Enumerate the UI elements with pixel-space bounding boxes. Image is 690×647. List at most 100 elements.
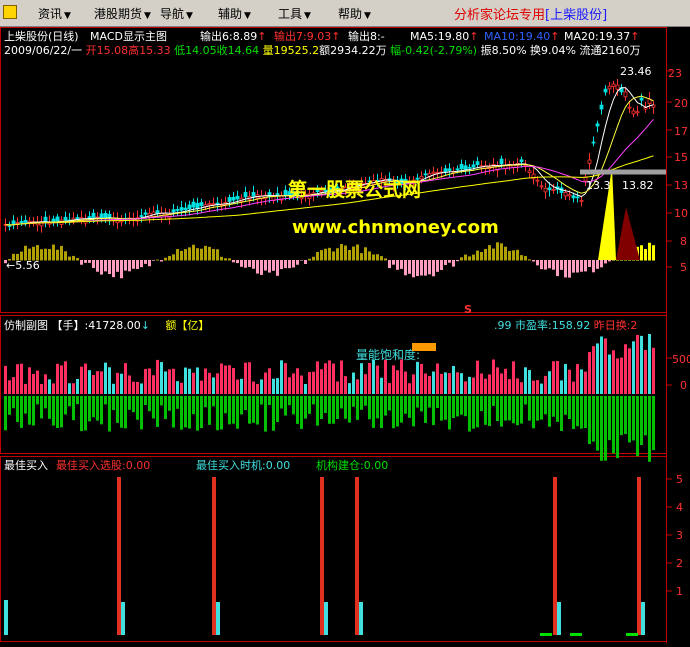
sub-panel-1-header: 仿制副图 【手】:41728.00↓ 额【亿】 — [4, 319, 209, 332]
volume-bar-down — [220, 396, 223, 430]
menu-item-news[interactable]: 资讯 ▼ — [38, 5, 71, 22]
volume-bar-up — [112, 383, 115, 394]
macd-bar — [512, 250, 515, 261]
volume-bar-down — [128, 396, 131, 410]
volume-bar-down — [512, 396, 515, 424]
macd-bar — [200, 248, 203, 261]
macd-bar — [540, 260, 543, 270]
ma20-value: MA20:19.37↑ — [564, 30, 639, 43]
volume-bar-up — [92, 375, 95, 394]
candle-body — [635, 111, 640, 114]
macd-bar — [588, 260, 591, 268]
macd-bar — [244, 260, 247, 268]
y-tick-label: 500 — [672, 353, 690, 366]
macd-bar — [176, 249, 179, 261]
macd-bar — [340, 244, 343, 261]
ma-line — [5, 95, 654, 226]
macd-bar — [476, 250, 479, 261]
signal-bar-timing — [324, 602, 328, 635]
volume-bar-up — [432, 371, 435, 394]
macd-bar — [292, 260, 295, 268]
menu-item-navigate[interactable]: 导航 ▼ — [160, 5, 193, 22]
volume-bar-up — [356, 379, 359, 394]
signal-bar-institution — [540, 633, 552, 636]
volume-bar-down — [4, 396, 7, 431]
volume-bar-down — [328, 396, 331, 424]
volume-bar-up — [176, 381, 179, 394]
volume-bar-up — [36, 370, 39, 394]
macd-bar — [544, 260, 547, 270]
macd-bar — [188, 247, 191, 261]
volume-bar-up — [256, 383, 259, 394]
volume-bar-down — [468, 396, 471, 432]
volume-bar-down — [344, 396, 347, 419]
macd-bar — [584, 260, 587, 272]
price-mid-label-a: 13.3 — [586, 179, 611, 192]
volume-bar-up — [212, 377, 215, 394]
candle-body — [611, 83, 616, 87]
menu-item-assist[interactable]: 辅助 ▼ — [218, 5, 251, 22]
volume-bar-down — [192, 396, 195, 415]
volume-bar-up — [164, 371, 167, 394]
volume-bar-up — [624, 344, 627, 394]
candle-body — [143, 212, 148, 215]
volume-bar-up — [44, 374, 47, 394]
candle-body — [475, 161, 480, 166]
menu-item-hk-futures[interactable]: 港股期货 ▼ — [94, 5, 151, 22]
volume-bar-up — [128, 375, 131, 394]
watermark-url: www.chnmoney.com — [292, 217, 499, 238]
volume-bar-down — [80, 396, 83, 432]
macd-bar — [424, 260, 427, 276]
signal-bar — [117, 477, 121, 635]
volume-bar-up — [484, 378, 487, 394]
chevron-down-icon: ▼ — [144, 11, 151, 21]
candle-body — [599, 104, 604, 110]
chart-area[interactable]: 上柴股份(日线) MACD显示主图 输出6:8.89↑ 输出7:9.03↑ 输出… — [0, 27, 690, 643]
volume-bar-down — [548, 396, 551, 427]
macd-bar — [508, 251, 511, 261]
candle-body — [499, 158, 504, 165]
volume-bar-down — [324, 396, 327, 413]
chevron-down-icon: ▼ — [364, 11, 371, 21]
y-tick-label: 17 — [674, 125, 688, 138]
volume-bar-down — [284, 396, 287, 416]
volume-bar-up — [40, 383, 43, 394]
y-tick-label: 3 — [676, 529, 683, 542]
volume-bar-down — [92, 396, 95, 418]
volume-bar-up — [608, 354, 611, 394]
macd-bar — [260, 260, 263, 275]
menu-item-help[interactable]: 帮助 ▼ — [338, 5, 371, 22]
amount-label: 额【亿】 — [165, 319, 210, 332]
volume-bar-up — [148, 368, 151, 394]
y-tick-label: 5 — [676, 473, 683, 486]
volume-bar-up — [528, 370, 531, 394]
macd-bar — [460, 257, 463, 261]
y-tick-label: 20 — [674, 97, 688, 110]
volume-bar-up — [472, 377, 475, 394]
macd-peak — [616, 207, 640, 260]
candle-body — [195, 202, 200, 209]
menu-item-label: 帮助 — [338, 7, 363, 21]
macd-bar — [224, 258, 227, 261]
chart-canvas[interactable] — [0, 27, 690, 643]
hand-label: 【手】 — [51, 319, 85, 332]
volume-bar-up — [224, 365, 227, 394]
volume-bar-down — [360, 396, 363, 410]
volume-bar-down — [588, 396, 591, 444]
candle-body — [571, 195, 576, 199]
candle-body — [171, 209, 176, 213]
volume-bar-down — [72, 396, 75, 421]
macd-bar — [640, 245, 643, 261]
macd-bar — [592, 260, 595, 273]
output-8: 输出8:- — [348, 30, 385, 43]
macd-bar — [356, 244, 359, 261]
candle-body — [179, 207, 184, 211]
volume-bar-up — [116, 372, 119, 394]
quote-high: 高15.33 — [128, 44, 171, 57]
menu-item-tools[interactable]: 工具 ▼ — [278, 5, 311, 22]
macd-bar — [420, 260, 423, 276]
volume-bar-up — [416, 361, 419, 394]
app-logo-icon[interactable] — [3, 5, 17, 19]
macd-bar — [384, 258, 387, 261]
candle-body — [19, 221, 24, 224]
